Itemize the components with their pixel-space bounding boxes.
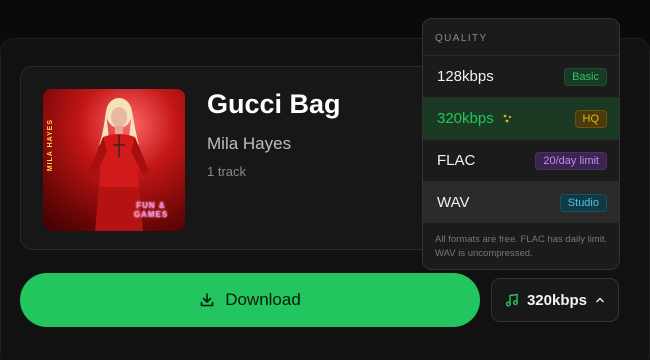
option-label: FLAC [437,152,476,169]
quality-menu-header: QUALITY [435,33,488,44]
quality-option-flac[interactable]: FLAC 20/day limit [423,139,619,181]
chevron-up-icon [596,297,604,303]
option-badge: HQ [574,109,607,128]
quality-option-320kbps[interactable]: 320kbps HQ [423,97,619,139]
option-label: WAV [437,194,470,211]
quality-menu-footer: All formats are free. FLAC has daily lim… [435,234,608,259]
quality-selected-label: 320kbps [526,291,588,309]
download-label: Download [225,290,301,309]
track-title: Gucci Bag [207,89,341,119]
cover-stamp: FUN & GAMES [133,201,169,219]
track-card: MILA HAYES FUN & GAMES Gucci Bag Mila Ha… [20,66,480,250]
quality-option-wav[interactable]: WAV Studio [423,181,619,223]
quality-option-128kbps[interactable]: 128kbps Basic [423,55,619,97]
music-note-icon [505,293,518,307]
sparkle-icon [503,114,511,123]
option-badge: Studio [559,193,607,212]
album-cover: MILA HAYES FUN & GAMES [43,89,185,231]
track-count: 1 track [207,164,247,179]
option-label: 320kbps [437,110,494,127]
option-badge: 20/day limit [535,151,607,170]
download-icon [200,293,214,307]
cover-artist-text: MILA HAYES [47,119,54,172]
track-artist[interactable]: Mila Hayes [207,134,291,154]
quality-dropdown-button[interactable]: 320kbps [491,278,619,322]
option-label: 128kbps [437,68,494,85]
option-badge: Basic [564,67,607,86]
quality-menu: QUALITY 128kbps Basic 320kbps HQ FLAC 20… [422,18,620,270]
download-button[interactable]: Download [20,273,480,327]
